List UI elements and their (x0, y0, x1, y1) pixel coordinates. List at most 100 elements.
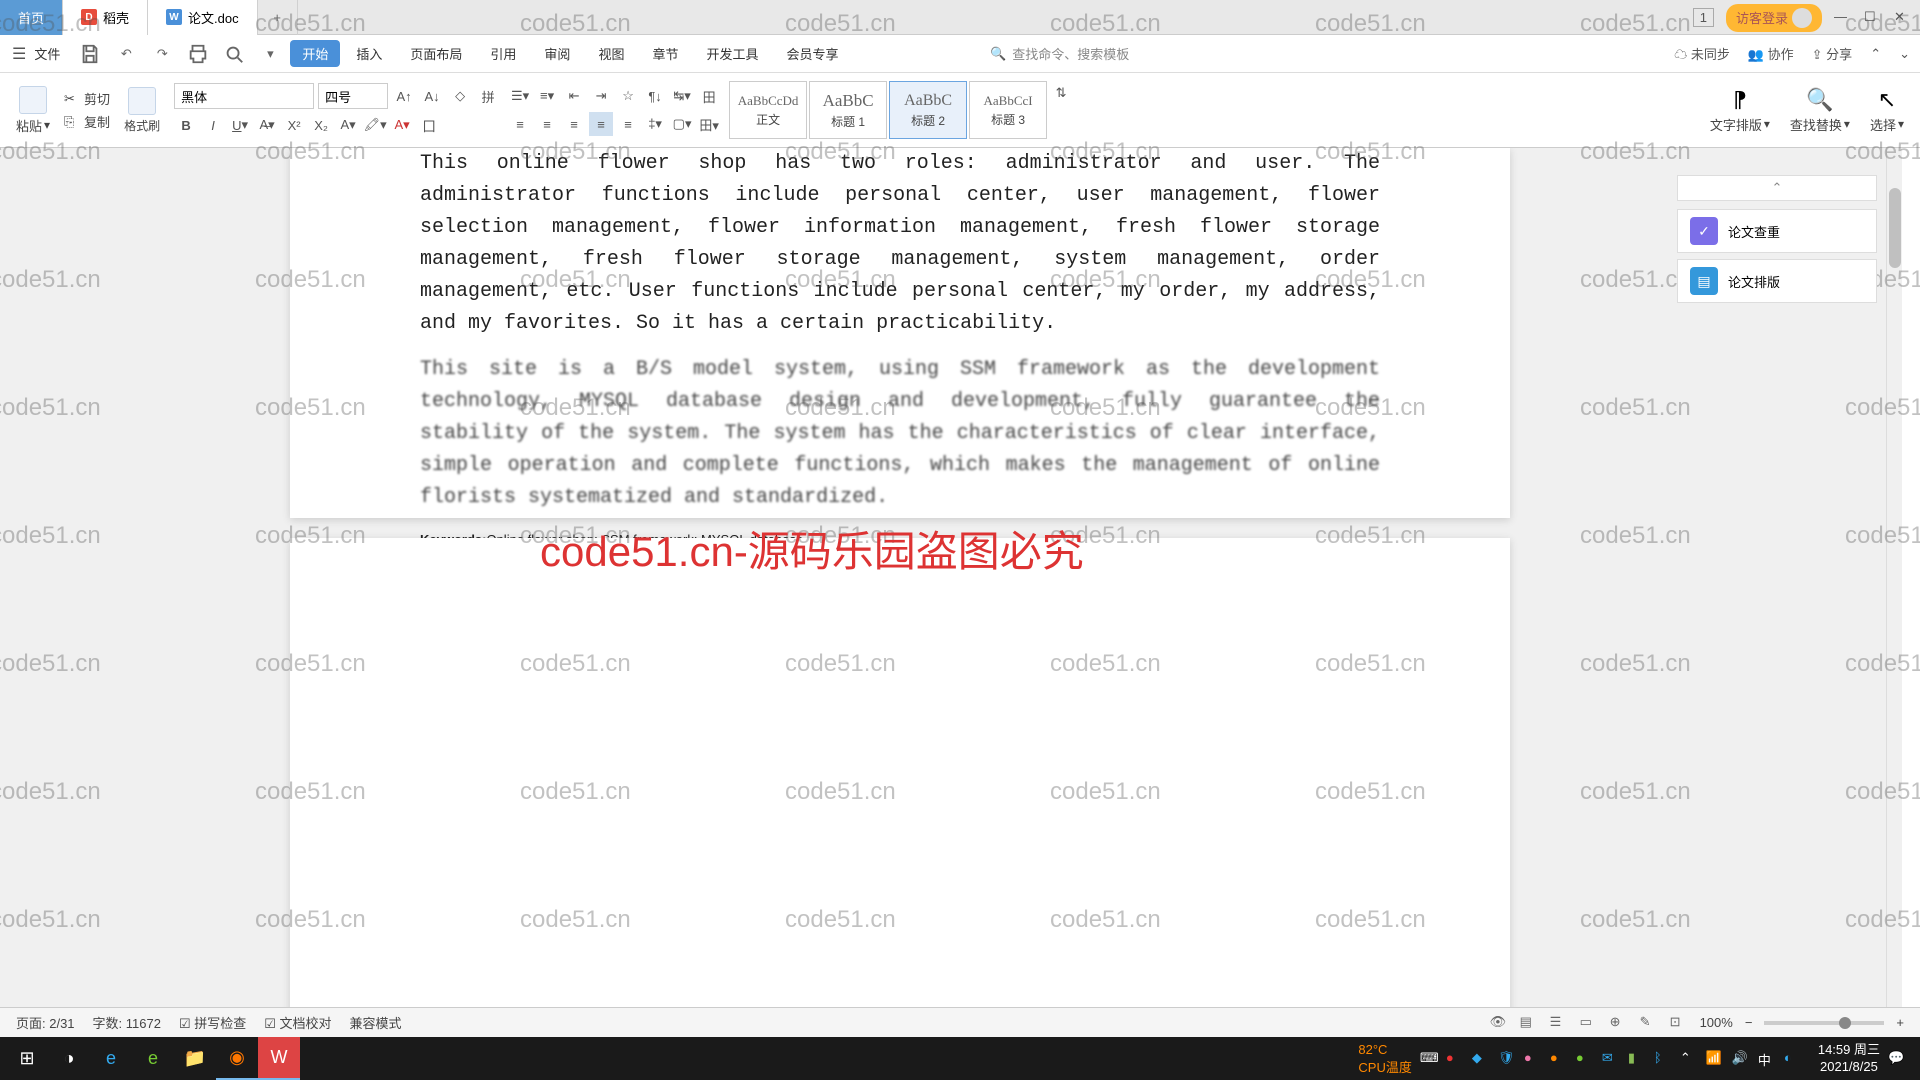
page-view-icon[interactable]: ▤ (1520, 1014, 1538, 1032)
tray-blue1-icon[interactable]: ◆ (1472, 1050, 1490, 1068)
zoom-in-button[interactable]: + (1896, 1015, 1904, 1030)
redo-icon[interactable]: ↷ (151, 43, 173, 65)
tray-mail-icon[interactable]: ✉ (1602, 1050, 1620, 1068)
menu-pagelayout[interactable]: 页面布局 (398, 40, 474, 67)
style-h3[interactable]: AaBbCcI标题 3 (969, 81, 1047, 139)
zoom-level[interactable]: 100% (1700, 1015, 1733, 1030)
guest-login-button[interactable]: 访客登录 (1726, 4, 1822, 32)
sync-status[interactable]: ☁ 未同步 (1674, 44, 1730, 63)
tab-document[interactable]: W论文.doc (148, 0, 258, 35)
word-count[interactable]: 字数: 11672 (93, 1013, 161, 1032)
clear-format-icon[interactable]: ◇ (448, 84, 472, 108)
copy-button[interactable]: ⎘复制 (64, 112, 110, 131)
proof-toggle[interactable]: ☑ 文档校对 (264, 1013, 331, 1032)
style-h2[interactable]: AaBbC标题 2 (889, 81, 967, 139)
cut-button[interactable]: ✂剪切 (64, 89, 110, 108)
web-view-icon[interactable]: ⊕ (1610, 1014, 1628, 1032)
text-layout-button[interactable]: ⁋文字排版▾ (1704, 87, 1776, 134)
ribbon-options-icon[interactable]: ⌄ (1899, 46, 1910, 62)
shrink-font-icon[interactable]: A↓ (420, 84, 444, 108)
page-2[interactable] (290, 538, 1510, 1025)
style-body[interactable]: AaBbCcDd正文 (729, 81, 807, 139)
maximize-button[interactable]: ☐ (1864, 9, 1882, 27)
ie-icon[interactable]: e (90, 1037, 132, 1080)
font-name-select[interactable] (174, 83, 314, 109)
align-right-button[interactable]: ≡ (562, 112, 586, 136)
phonetic-icon[interactable]: 拼 (476, 84, 500, 108)
zoom-out-button[interactable]: − (1745, 1015, 1753, 1030)
read-view-icon[interactable]: ▭ (1580, 1014, 1598, 1032)
file-menu[interactable]: 文件 (34, 44, 60, 63)
command-search[interactable]: 🔍 查找命令、搜索模板 (990, 44, 1129, 63)
tray-search-icon[interactable]: ◐ (1784, 1050, 1802, 1068)
outline-view-icon[interactable]: ☰ (1550, 1014, 1568, 1032)
window-count-badge[interactable]: 1 (1693, 8, 1714, 27)
underline-button[interactable]: U▾ (228, 113, 252, 137)
bold-button[interactable]: B (174, 113, 198, 137)
taskbar-clock[interactable]: 14:59 周三2021/8/25 (1818, 1042, 1880, 1076)
sort-button[interactable]: ☆ (616, 84, 640, 108)
tray-volume-icon[interactable]: 🔊 (1732, 1050, 1750, 1068)
vertical-scrollbar[interactable] (1886, 148, 1902, 1025)
menu-devtools[interactable]: 开发工具 (694, 40, 770, 67)
tray-battery-icon[interactable]: ▮ (1628, 1050, 1646, 1068)
coop-button[interactable]: 👥 协作 (1748, 44, 1794, 63)
style-h1[interactable]: AaBbC标题 1 (809, 81, 887, 139)
border-para-button[interactable]: 田 (697, 84, 721, 108)
tab-button[interactable]: ↹▾ (670, 84, 694, 108)
wps-icon[interactable]: W (258, 1037, 300, 1080)
font-color-button[interactable]: A▾ (390, 113, 414, 137)
save-icon[interactable] (79, 43, 101, 65)
find-replace-button[interactable]: 🔍查找替换▾ (1784, 87, 1856, 134)
subscript-button[interactable]: X₂ (309, 113, 333, 137)
page-indicator[interactable]: 页面: 2/31 (16, 1013, 75, 1032)
text-effect-button[interactable]: A▾ (336, 113, 360, 137)
tray-chevron-icon[interactable]: ⌃ (1680, 1050, 1698, 1068)
taskview-icon[interactable]: ◑ (48, 1037, 90, 1080)
tray-red-icon[interactable]: ● (1446, 1050, 1464, 1068)
menu-reference[interactable]: 引用 (478, 40, 528, 67)
grow-font-icon[interactable]: A↑ (392, 84, 416, 108)
menu-insert[interactable]: 插入 (344, 40, 394, 67)
paste-icon[interactable] (19, 86, 47, 114)
align-center-button[interactable]: ≡ (535, 112, 559, 136)
collapse-ribbon-icon[interactable]: ⌃ (1870, 46, 1881, 62)
menu-chapter[interactable]: 章节 (640, 40, 690, 67)
start-button[interactable]: ⊞ (6, 1037, 48, 1080)
superscript-button[interactable]: X² (282, 113, 306, 137)
tray-keyboard-icon[interactable]: ⌨ (1420, 1050, 1438, 1068)
minimize-button[interactable]: — (1834, 9, 1852, 27)
line-spacing-button[interactable]: ‡▾ (643, 112, 667, 136)
fit-icon[interactable]: ⊡ (1670, 1014, 1688, 1032)
tray-wifi-icon[interactable]: 📶 (1706, 1050, 1724, 1068)
cpu-temp-label[interactable]: 82°CCPU温度 (1358, 1042, 1411, 1076)
menu-view[interactable]: 视图 (586, 40, 636, 67)
align-justify-button[interactable]: ≡ (589, 112, 613, 136)
share-button[interactable]: ⇪ 分享 (1812, 44, 1853, 63)
menu-member[interactable]: 会员专享 (774, 40, 850, 67)
tray-green-icon[interactable]: ● (1576, 1050, 1594, 1068)
side-collapse-button[interactable]: ⌃ (1677, 175, 1877, 201)
shading-button[interactable]: ▢▾ (670, 112, 694, 136)
font-size-select[interactable] (318, 83, 388, 109)
print-icon[interactable] (187, 43, 209, 65)
explorer-icon[interactable]: 📁 (174, 1037, 216, 1080)
tray-bluetooth-icon[interactable]: ᛒ (1654, 1050, 1672, 1068)
highlight-button[interactable]: 🖍▾ (363, 113, 387, 137)
edge-icon[interactable]: e (132, 1037, 174, 1080)
menu-review[interactable]: 审阅 (532, 40, 582, 67)
bullets-button[interactable]: ☰▾ (508, 84, 532, 108)
plagiarism-check-button[interactable]: ✓论文查重 (1677, 209, 1877, 253)
select-button[interactable]: ↖选择▾ (1864, 87, 1910, 134)
tray-orange-icon[interactable]: ● (1550, 1050, 1568, 1068)
spell-check-toggle[interactable]: ☑ 拼写检查 (179, 1013, 246, 1032)
show-marks-button[interactable]: ¶↓ (643, 84, 667, 108)
strike-button[interactable]: A̶▾ (255, 113, 279, 137)
menu-start[interactable]: 开始 (290, 40, 340, 67)
brush-label[interactable]: 格式刷 (124, 117, 160, 134)
italic-button[interactable]: I (201, 113, 225, 137)
scrollbar-thumb[interactable] (1889, 188, 1901, 268)
align-distribute-button[interactable]: ≡ (616, 112, 640, 136)
borders-button[interactable]: 田▾ (697, 112, 721, 136)
tray-pink-icon[interactable]: ● (1524, 1050, 1542, 1068)
